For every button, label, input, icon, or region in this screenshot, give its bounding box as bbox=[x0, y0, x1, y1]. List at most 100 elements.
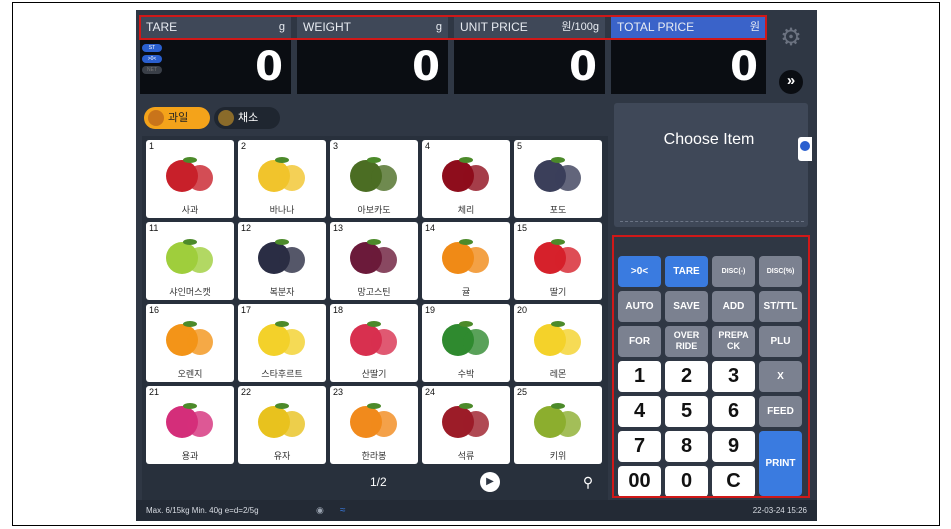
choose-item-panel[interactable]: Choose Item bbox=[614, 103, 808, 227]
plu-number: 3 bbox=[333, 141, 339, 151]
plu-item-tile[interactable]: 20 레몬 bbox=[514, 304, 602, 382]
plu-number: 4 bbox=[425, 141, 431, 151]
vegetable-icon bbox=[218, 110, 234, 126]
item-name: 산딸기 bbox=[361, 369, 387, 379]
page-indicator: 1/2 bbox=[370, 475, 387, 489]
total-price-value: 0 bbox=[611, 40, 766, 94]
fruit-image bbox=[258, 239, 305, 274]
search-icon[interactable]: ⚲ bbox=[578, 472, 598, 492]
total-price-label: TOTAL PRICE 원 bbox=[611, 16, 766, 38]
digit-0-key[interactable]: 0 bbox=[665, 466, 708, 497]
plu-item-tile[interactable]: 13 망고스틴 bbox=[330, 222, 418, 300]
unit-price-label: UNIT PRICE 원/100g bbox=[454, 16, 605, 38]
tab-fruit[interactable]: 과일 bbox=[144, 107, 210, 129]
override-key[interactable]: OVER RIDE bbox=[665, 326, 708, 357]
digit-3-key[interactable]: 3 bbox=[712, 361, 755, 392]
add-key[interactable]: ADD bbox=[712, 291, 755, 322]
item-name: 바나나 bbox=[269, 205, 295, 215]
fruit-image bbox=[442, 403, 489, 438]
digit-2-key[interactable]: 2 bbox=[665, 361, 708, 392]
for-key[interactable]: FOR bbox=[618, 326, 661, 357]
double-zero-key[interactable]: 00 bbox=[618, 466, 661, 497]
item-name: 유자 bbox=[273, 451, 291, 461]
status-badges: ST >0< NET bbox=[142, 44, 164, 77]
subtotal-key[interactable]: ST/TTL bbox=[759, 291, 802, 322]
plu-item-tile[interactable]: 16 오렌지 bbox=[146, 304, 234, 382]
plu-item-tile[interactable]: 4 체리 bbox=[422, 140, 510, 218]
plu-item-tile[interactable]: 18 산딸기 bbox=[330, 304, 418, 382]
digit-7-key[interactable]: 7 bbox=[618, 431, 661, 462]
plu-item-tile[interactable]: 19 수박 bbox=[422, 304, 510, 382]
plu-item-tile[interactable]: 25 키위 bbox=[514, 386, 602, 464]
prepack-key-line2: CK bbox=[727, 341, 740, 351]
feed-key[interactable]: FEED bbox=[759, 396, 802, 427]
fruit-image bbox=[258, 403, 305, 438]
auto-key[interactable]: AUTO bbox=[618, 291, 661, 322]
net-badge: NET bbox=[142, 66, 162, 74]
plu-item-tile[interactable]: 15 딸기 bbox=[514, 222, 602, 300]
disc-minus-key[interactable]: DISC(-) bbox=[712, 256, 755, 287]
tare-label-text: TARE bbox=[146, 20, 178, 34]
plu-item-tile[interactable]: 23 한라봉 bbox=[330, 386, 418, 464]
weight-label: WEIGHT g bbox=[297, 16, 448, 38]
plu-item-tile[interactable]: 5 포도 bbox=[514, 140, 602, 218]
item-name: 석류 bbox=[457, 451, 475, 461]
plu-item-tile[interactable]: 1 사과 bbox=[146, 140, 234, 218]
fruit-image bbox=[442, 321, 489, 356]
plu-item-tile[interactable]: 21 용과 bbox=[146, 386, 234, 464]
side-drawer-tab[interactable] bbox=[798, 137, 812, 161]
item-name: 수박 bbox=[457, 369, 475, 379]
disc-percent-key[interactable]: DISC(%) bbox=[759, 256, 802, 287]
clear-key[interactable]: C bbox=[712, 466, 755, 497]
prepack-key[interactable]: PREPA CK bbox=[712, 326, 755, 357]
tare-label: TARE g bbox=[140, 16, 291, 38]
fruit-image bbox=[534, 403, 581, 438]
plu-item-tile[interactable]: 2 바나나 bbox=[238, 140, 326, 218]
weight-unit: g bbox=[435, 21, 442, 33]
plu-item-tile[interactable]: 17 스타후르트 bbox=[238, 304, 326, 382]
item-name: 아보카도 bbox=[357, 205, 391, 215]
fruit-icon bbox=[148, 110, 164, 126]
tare-key[interactable]: TARE bbox=[665, 256, 708, 287]
plu-number: 5 bbox=[517, 141, 523, 151]
fruit-image bbox=[442, 157, 489, 192]
plu-item-tile[interactable]: 14 귤 bbox=[422, 222, 510, 300]
multiply-key[interactable]: X bbox=[759, 361, 802, 392]
scale-screen: TARE g WEIGHT g UNIT PRICE 원/100g TOTAL … bbox=[136, 10, 817, 521]
unit-price-value: 0 bbox=[454, 40, 605, 94]
save-key[interactable]: SAVE bbox=[665, 291, 708, 322]
pager: 1/2 ▶ ⚲ bbox=[142, 470, 608, 496]
digit-6-key[interactable]: 6 bbox=[712, 396, 755, 427]
item-name: 스타후르트 bbox=[261, 369, 303, 379]
plu-item-tile[interactable]: 3 아보카도 bbox=[330, 140, 418, 218]
fruit-image bbox=[258, 157, 305, 192]
play-icon[interactable]: ▶ bbox=[480, 472, 500, 492]
digit-9-key[interactable]: 9 bbox=[712, 431, 755, 462]
network-icon: ◉ bbox=[316, 505, 324, 515]
digit-5-key[interactable]: 5 bbox=[665, 396, 708, 427]
item-name: 용과 bbox=[181, 451, 199, 461]
plu-item-tile[interactable]: 24 석류 bbox=[422, 386, 510, 464]
plu-item-tile[interactable]: 22 유자 bbox=[238, 386, 326, 464]
digit-4-key[interactable]: 4 bbox=[618, 396, 661, 427]
st-badge: ST bbox=[142, 44, 162, 52]
more-button[interactable]: » bbox=[779, 70, 803, 94]
item-name: 키위 bbox=[549, 451, 567, 461]
plu-item-grid: 1 사과 2 바나나 3 아보카도 4 체리 5 포도 11 샤인머스캣 12 복분자 13 망고스틴 14 귤 1… bbox=[142, 136, 608, 500]
digit-8-key[interactable]: 8 bbox=[665, 431, 708, 462]
total-price-label-text: TOTAL PRICE bbox=[617, 20, 695, 34]
digit-1-key[interactable]: 1 bbox=[618, 361, 661, 392]
item-name: 체리 bbox=[457, 205, 475, 215]
total-price-unit: 원 bbox=[749, 21, 760, 33]
plu-item-tile[interactable]: 11 샤인머스캣 bbox=[146, 222, 234, 300]
tab-fruit-label: 과일 bbox=[168, 112, 189, 124]
print-key[interactable]: PRINT bbox=[759, 431, 802, 496]
item-name: 포도 bbox=[549, 205, 567, 215]
tab-vegetable[interactable]: 채소 bbox=[214, 107, 280, 129]
gear-icon[interactable]: ⚙ bbox=[779, 26, 803, 50]
zero-key[interactable]: >0< bbox=[618, 256, 661, 287]
plu-item-tile[interactable]: 12 복분자 bbox=[238, 222, 326, 300]
wifi-icon: ≈ bbox=[340, 505, 346, 516]
plu-key[interactable]: PLU bbox=[759, 326, 802, 357]
item-name: 딸기 bbox=[549, 287, 567, 297]
